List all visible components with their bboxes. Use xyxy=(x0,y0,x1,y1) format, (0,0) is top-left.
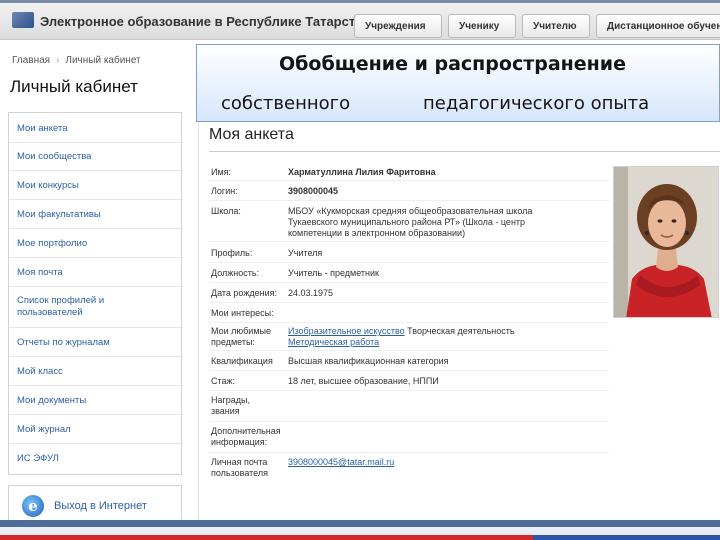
sidebar-menu: Мои анкета Мои сообщества Мои конкурсы М… xyxy=(8,112,182,475)
subject-link-methodical-work[interactable]: Методическая работа xyxy=(288,337,379,347)
sidebar-divider xyxy=(9,286,181,287)
field-value-login: 3908000045 xyxy=(288,186,339,196)
banner-heading-line-2-left: собственного xyxy=(221,93,351,114)
sidebar-item-mail[interactable]: Моя почта xyxy=(17,267,63,279)
internet-explorer-icon: e xyxy=(22,495,44,517)
field-label-additional-info: Дополнительная информация: xyxy=(211,426,281,447)
row-divider xyxy=(209,302,609,303)
field-label-favorite-subjects: Мои любимые предметы: xyxy=(211,326,271,347)
nav-tab-teacher[interactable]: Учителю xyxy=(522,14,590,38)
sidebar-item-portfolio[interactable]: Мое портфолио xyxy=(17,238,87,250)
field-label-login: Логин: xyxy=(211,186,238,196)
field-label-personal-email: Личная почта пользователя xyxy=(211,457,268,478)
row-divider xyxy=(209,370,609,371)
banner-heading-line-1: Обобщение и распространение xyxy=(279,53,627,75)
main-nav: Учреждения Ученику Учителю Дистанционное… xyxy=(354,14,720,38)
top-navigation-bar: Электронное образование в Республике Тат… xyxy=(0,0,720,40)
row-divider xyxy=(209,262,609,263)
nav-tab-distance-learning[interactable]: Дистанционное обучение xyxy=(596,14,720,38)
field-label-position: Должность: xyxy=(211,268,260,278)
breadcrumb: Главная › Личный кабинет xyxy=(12,55,141,66)
sidebar-divider xyxy=(9,414,181,415)
internet-access-box[interactable]: e Выход в Интернет xyxy=(8,485,182,525)
sidebar-item-communities[interactable]: Мои сообщества xyxy=(17,151,91,163)
profile-photo xyxy=(613,166,719,318)
sidebar-item-profiles-list[interactable]: Список профилей и пользователей xyxy=(17,295,117,319)
field-value-name: Харматуллина Лилия Фаритовна xyxy=(288,167,436,177)
sidebar-divider xyxy=(9,257,181,258)
sidebar-divider xyxy=(9,327,181,328)
sidebar-item-my-class[interactable]: Мой класс xyxy=(17,366,63,378)
sidebar-divider xyxy=(9,385,181,386)
row-divider xyxy=(209,200,609,201)
field-label-name: Имя: xyxy=(211,167,232,177)
field-label-profile: Профиль: xyxy=(211,248,253,258)
sidebar-item-journal-reports[interactable]: Отчеты по журналам xyxy=(17,337,110,349)
sidebar-item-electives[interactable]: Мои факультативы xyxy=(17,209,101,221)
sidebar-item-journal[interactable]: Мой журнал xyxy=(17,424,71,436)
breadcrumb-current: Личный кабинет xyxy=(65,55,141,66)
row-divider xyxy=(209,421,609,422)
presentation-heading-banner: Обобщение и распространение собственного… xyxy=(196,44,720,122)
nav-tab-student[interactable]: Ученику xyxy=(448,14,516,38)
row-divider xyxy=(209,350,609,351)
field-label-interests: Мои интересы: xyxy=(211,308,274,318)
field-value-school: МБОУ «Кукморская средняя общеобразовател… xyxy=(288,206,533,238)
field-value-profile: Учителя xyxy=(288,248,323,258)
field-label-school: Школа: xyxy=(211,206,241,216)
sidebar-divider xyxy=(9,199,181,200)
bottom-color-strip xyxy=(0,535,720,540)
sidebar-item-documents[interactable]: Мои документы xyxy=(17,395,86,407)
field-label-qualification: Квалификация xyxy=(211,356,273,366)
sidebar-divider xyxy=(9,142,181,143)
field-label-awards: Награды, звания xyxy=(211,395,251,416)
profile-title-divider xyxy=(209,151,720,152)
field-label-experience: Стаж: xyxy=(211,376,236,386)
site-logo-icon[interactable] xyxy=(12,12,34,28)
top-accent-strip xyxy=(0,0,720,3)
sidebar-item-is-eful[interactable]: ИС ЭФУЛ xyxy=(17,453,59,465)
breadcrumb-home[interactable]: Главная xyxy=(12,55,50,66)
row-divider xyxy=(209,322,609,323)
profile-title: Моя анкета xyxy=(209,126,294,143)
sidebar-divider xyxy=(9,443,181,444)
row-divider xyxy=(209,390,609,391)
sidebar-divider xyxy=(9,228,181,229)
site-title[interactable]: Электронное образование в Республике Тат… xyxy=(40,14,370,29)
banner-heading-line-2-right: педагогического опыта xyxy=(423,93,650,114)
breadcrumb-separator-icon: › xyxy=(56,55,60,66)
nav-tab-institutions[interactable]: Учреждения xyxy=(354,14,442,38)
subject-creative-activity: Творческая деятельность xyxy=(407,326,515,336)
sidebar-divider xyxy=(9,170,181,171)
internet-access-link[interactable]: Выход в Интернет xyxy=(54,500,147,512)
row-divider xyxy=(209,180,609,181)
page-title: Личный кабинет xyxy=(10,77,138,96)
subject-link-fine-arts[interactable]: Изобразительное искусство xyxy=(288,326,405,336)
field-value-experience: 18 лет, высшее образование, НППИ xyxy=(288,376,439,386)
bottom-blue-strip xyxy=(0,520,720,527)
field-label-birthdate: Дата рождения: xyxy=(211,288,277,298)
field-value-qualification: Высшая квалификационная категория xyxy=(288,356,449,366)
row-divider xyxy=(209,452,609,453)
field-value-position: Учитель - предметник xyxy=(288,268,379,278)
field-value-personal-email[interactable]: 3908000045@tatar.mail.ru xyxy=(288,457,394,468)
row-divider xyxy=(209,241,609,242)
field-value-favorite-subjects: Изобразительное искусство Творческая дея… xyxy=(288,326,588,348)
sidebar-item-profile[interactable]: Мои анкета xyxy=(17,123,68,135)
row-divider xyxy=(209,282,609,283)
sidebar-item-contests[interactable]: Мои конкурсы xyxy=(17,180,79,192)
sidebar-divider xyxy=(9,356,181,357)
profile-panel: Моя анкета Имя: Харматуллина Лилия Фарит… xyxy=(198,124,720,522)
field-value-birthdate: 24.03.1975 xyxy=(288,288,334,298)
profile-photo-illustration xyxy=(614,167,718,317)
